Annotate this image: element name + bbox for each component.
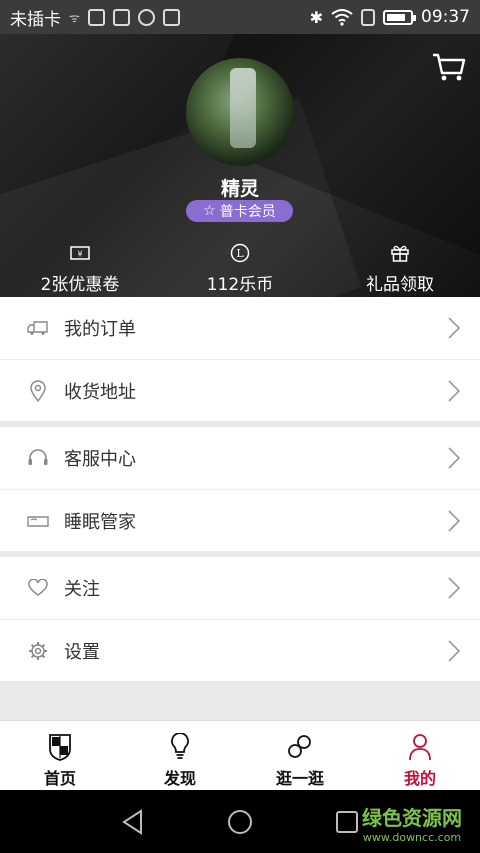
coupon-icon: ¥ [70,246,90,260]
stat-gift-label: 礼品领取 [366,275,434,295]
tab-browse-label: 逛一逛 [275,769,324,788]
menu-item-customer-service[interactable]: 客服中心 [0,427,480,489]
chevron-right-icon [448,577,460,599]
recents-icon[interactable] [335,810,359,834]
menu-item-address-label: 收货地址 [64,381,136,403]
battery-icon [383,9,416,25]
tab-discover-label: 发现 [163,769,196,788]
location-pin-icon [30,379,46,402]
chevron-right-icon [448,640,460,662]
menu-group-settings: 关注 设置 [0,557,480,681]
status-bar: 未插卡 ᯤ ✱ 09:37 [0,0,480,34]
menu-group-orders: 我的订单 收货地址 [0,297,480,421]
stat-coupons-label: 2张优惠卷 [40,275,120,295]
gear-icon [29,641,47,660]
circles-icon [288,735,311,758]
watermark-title: 绿色资源网 [362,806,462,830]
svg-text:¥: ¥ [77,250,82,259]
stats-bar: ¥ 2张优惠卷 L 112乐币 礼品领取 [0,242,480,297]
home-icon[interactable] [227,809,253,835]
menu-item-orders-label: 我的订单 [64,319,136,340]
wifi-icon [331,9,353,26]
menu-item-customer-service-label: 客服中心 [64,449,136,470]
menu-item-follow[interactable]: 关注 [0,557,480,619]
sim-icon [361,8,375,26]
tab-mine-label: 我的 [403,769,436,788]
gallery-icon [87,8,105,26]
menu-item-sleep-manager-label: 睡眠管家 [64,511,136,533]
wifi-call-icon: ᯤ [69,10,80,25]
keyboard-icon [112,8,130,26]
menu-item-orders[interactable]: 我的订单 [0,297,480,359]
watermark-url: www.downcc.com [362,831,462,844]
bed-icon [27,515,49,527]
chevron-right-icon [448,317,460,339]
tab-mine[interactable]: 我的 [360,721,480,790]
bottom-tab-bar: 首页 发现 逛一逛 我的 [0,720,480,790]
star-icon: ☆ [203,203,216,219]
nickname: 精灵 [220,178,259,200]
notification-icon [137,8,155,26]
person-icon [409,734,431,761]
tab-browse[interactable]: 逛一逛 [240,721,360,790]
menu-item-address[interactable]: 收货地址 [0,359,480,421]
carrier-label: 未插卡 [10,9,61,30]
chevron-right-icon [448,380,460,402]
stat-coupons[interactable]: ¥ 2张优惠卷 [0,242,160,297]
tab-discover[interactable]: 发现 [120,721,240,790]
stat-lebi-label: 112乐币 [206,275,274,295]
chevron-right-icon [448,510,460,532]
lightbulb-icon [171,733,189,759]
menu-item-settings[interactable]: 设置 [0,619,480,681]
profile-header: 精灵 ☆ 普卡会员 ¥ 2张优惠卷 L 112乐币 礼品领取 [0,34,480,297]
watermark: 绿色资源网 www.downcc.com [362,802,462,844]
menu-item-follow-label: 关注 [64,579,100,600]
avatar[interactable] [186,58,294,166]
menu-group-service: 客服中心 睡眠管家 [0,427,480,551]
tab-home-label: 首页 [43,769,76,788]
svg-text:L: L [236,247,244,260]
truck-icon [27,321,48,335]
gift-icon [391,245,409,262]
stat-lebi[interactable]: L 112乐币 [160,242,320,297]
heart-icon [28,579,48,596]
headset-icon [28,449,48,465]
bluetooth-icon: ✱ [309,7,323,27]
clock: 09:37 [421,7,470,27]
shield-crest-icon [49,734,71,761]
back-icon[interactable] [121,808,145,835]
app-icon [162,8,180,26]
menu-item-settings-label: 设置 [64,641,100,663]
lebi-coin-icon: L [230,243,250,263]
menu-item-sleep-manager[interactable]: 睡眠管家 [0,489,480,551]
member-badge-label: 普卡会员 [219,204,276,220]
stat-gift[interactable]: 礼品领取 [320,242,480,297]
member-badge[interactable]: ☆ 普卡会员 [186,200,293,222]
shopping-cart-icon[interactable] [432,52,466,82]
tab-home[interactable]: 首页 [0,721,120,790]
chevron-right-icon [448,447,460,469]
